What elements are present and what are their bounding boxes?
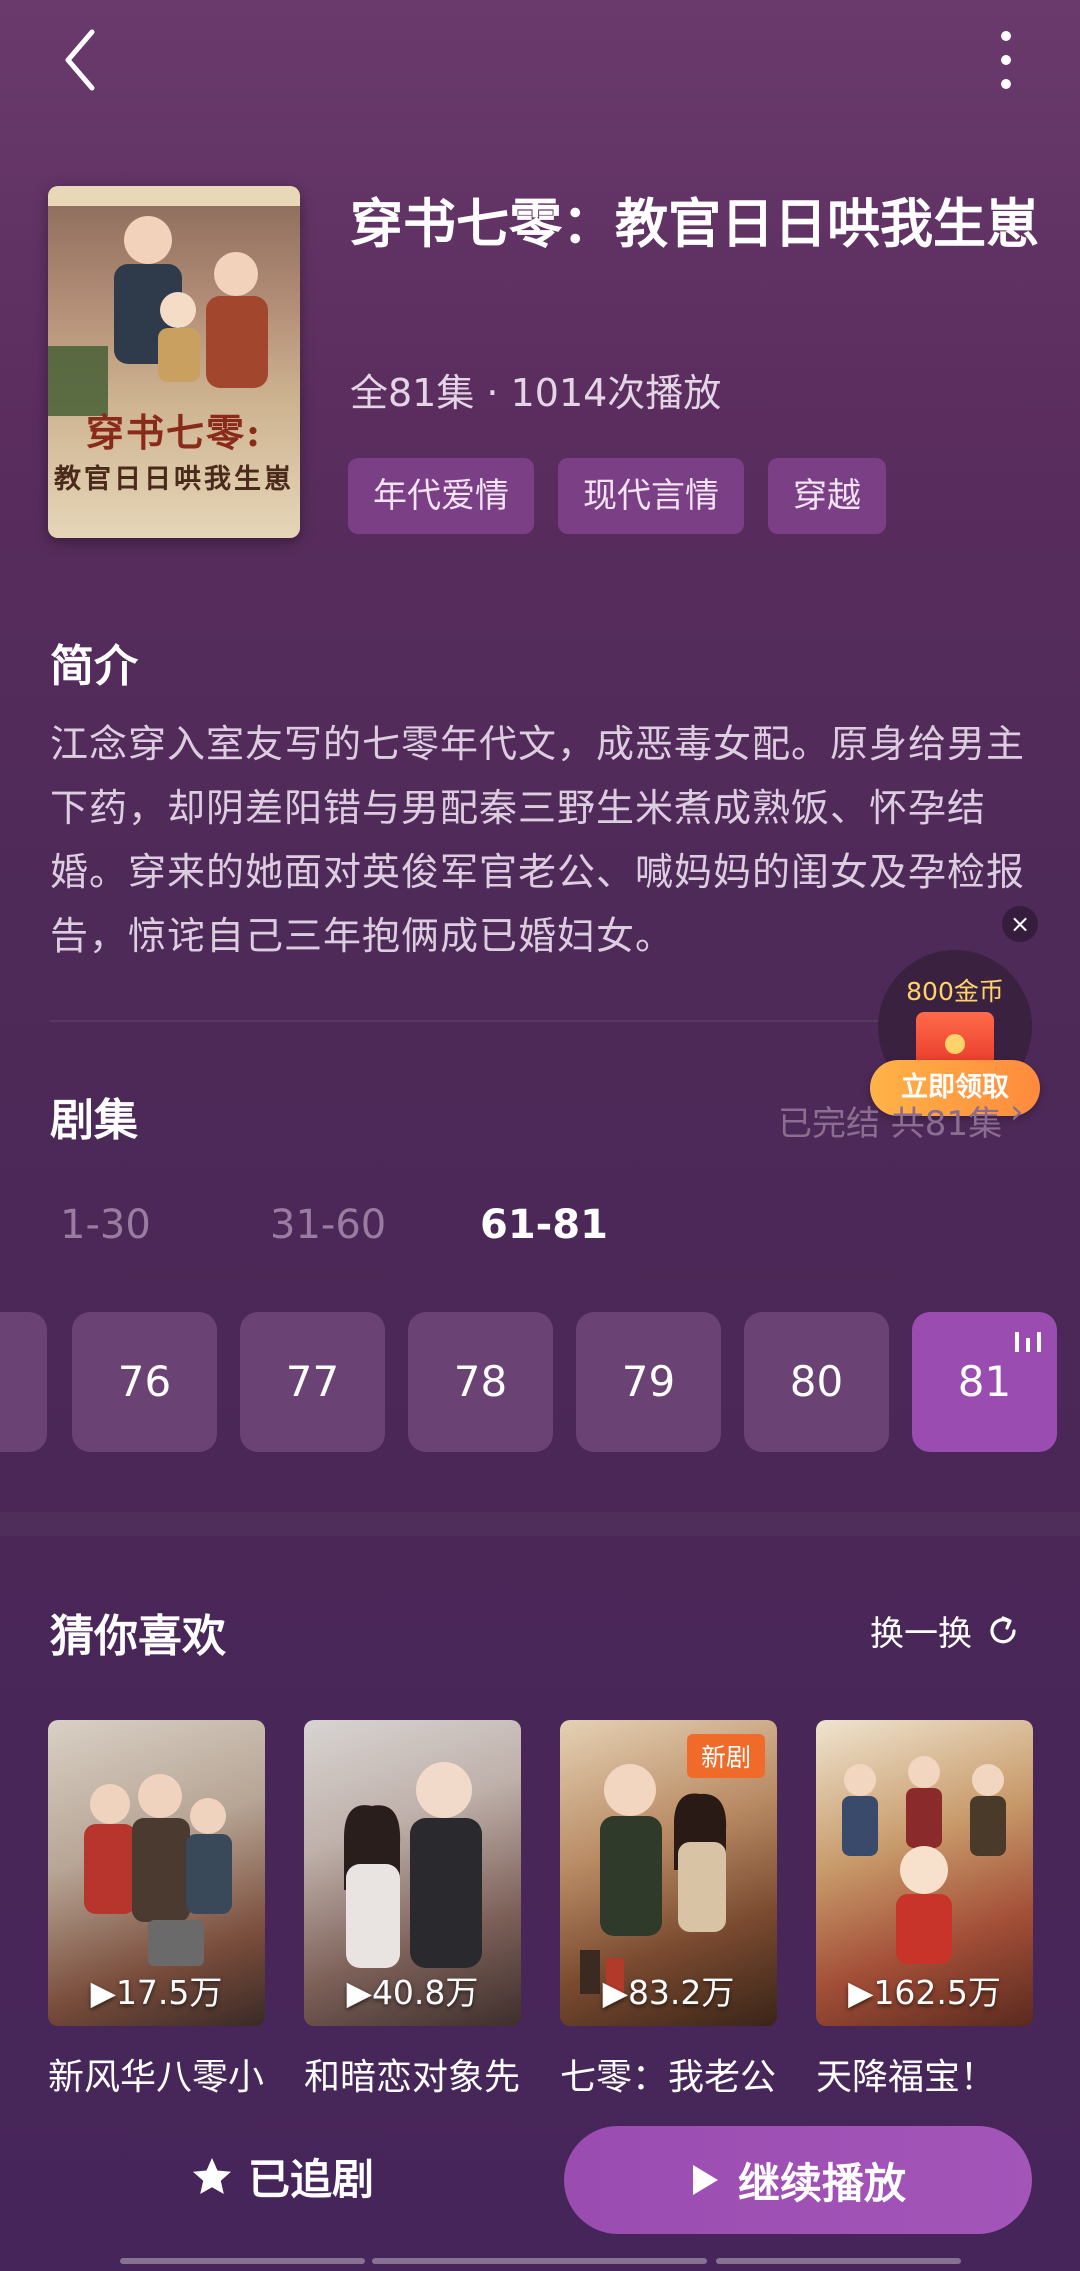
card-thumbnail: ▶162.5万 bbox=[816, 1720, 1033, 2026]
episode-button[interactable]: 78 bbox=[408, 1312, 553, 1452]
coin-amount: 800金币 bbox=[906, 977, 1004, 1006]
play-count: ▶17.5万 bbox=[90, 1973, 223, 2012]
drama-title: 穿书七零：教官日日哄我生崽 bbox=[350, 194, 1039, 255]
episode-button[interactable]: 76 bbox=[72, 1312, 217, 1452]
coin-close-button[interactable]: × bbox=[1002, 906, 1038, 942]
more-vertical-icon bbox=[1001, 31, 1011, 89]
episode-range-tabs: 1-30 31-60 61-81 bbox=[60, 1202, 690, 1248]
chevron-left-icon bbox=[65, 29, 95, 91]
episode-button[interactable]: 79 bbox=[576, 1312, 721, 1452]
follow-button[interactable]: 已追剧 bbox=[190, 2146, 374, 2207]
range-tab[interactable]: 1-30 bbox=[60, 1202, 270, 1248]
follow-label: 已追剧 bbox=[248, 2155, 375, 2204]
episodes-heading: 剧集 bbox=[50, 1095, 138, 1146]
poster-title: 穿书七零: bbox=[85, 410, 263, 455]
recommend-card[interactable]: ▶40.8万 和暗恋对象先婚后爱了 bbox=[304, 1720, 521, 2100]
more-button[interactable] bbox=[970, 20, 1050, 100]
play-icon bbox=[692, 2165, 718, 2195]
card-title: 天降福宝！ bbox=[816, 2057, 997, 2098]
home-indicator-segment bbox=[716, 2258, 961, 2264]
recommend-card[interactable]: 新剧 ▶83.2万 七零：我老公是糙汉 bbox=[560, 1720, 777, 2100]
star-icon bbox=[193, 2157, 231, 2194]
drama-meta: 全81集 · 1014次播放 bbox=[350, 371, 722, 415]
card-title: 和暗恋对象先婚后爱了 bbox=[304, 2057, 521, 2098]
recommend-card[interactable]: ▶17.5万 新风华八零小娇妻 bbox=[48, 1720, 265, 2100]
playing-indicator-icon bbox=[1015, 1332, 1041, 1352]
home-indicator-segment bbox=[372, 2258, 707, 2264]
tag-list: 年代爱情 现代言情 穿越 bbox=[348, 458, 886, 534]
refresh-button[interactable]: 换一换 bbox=[870, 1606, 1020, 1655]
chevron-right-icon: › bbox=[1010, 1092, 1024, 1132]
card-thumbnail: 新剧 ▶83.2万 bbox=[560, 1720, 777, 2026]
tag-chip[interactable]: 现代言情 bbox=[558, 458, 744, 534]
new-badge: 新剧 bbox=[686, 1734, 765, 1778]
card-title: 新风华八零小娇妻 bbox=[48, 2057, 265, 2098]
episode-number: 81 bbox=[957, 1357, 1012, 1406]
episodes-status[interactable]: 已完结 共81集 bbox=[778, 1096, 1002, 1145]
refresh-label: 换一换 bbox=[870, 1614, 972, 1654]
back-button[interactable] bbox=[40, 20, 120, 100]
episode-list[interactable]: 76 77 78 79 80 81 bbox=[0, 1312, 1080, 1454]
play-count: ▶162.5万 bbox=[848, 1973, 1001, 2012]
section-separator bbox=[0, 1512, 1080, 1536]
card-title: 七零：我老公是糙汉 bbox=[560, 2057, 777, 2098]
poster-subtitle: 教官日日哄我生崽 bbox=[54, 464, 294, 495]
drama-poster[interactable]: 穿书七零: 教官日日哄我生崽 bbox=[48, 186, 300, 538]
intro-heading: 简介 bbox=[50, 641, 138, 692]
play-count: ▶40.8万 bbox=[346, 1973, 479, 2012]
card-thumbnail: ▶17.5万 bbox=[48, 1720, 265, 2026]
range-tab[interactable]: 31-60 bbox=[270, 1202, 480, 1248]
continue-label: 继续播放 bbox=[737, 2158, 906, 2208]
episode-button[interactable]: 80 bbox=[744, 1312, 889, 1452]
home-indicator-segment bbox=[120, 2258, 365, 2264]
episode-button-current[interactable]: 81 bbox=[912, 1312, 1057, 1452]
card-thumbnail: ▶40.8万 bbox=[304, 1720, 521, 2026]
episode-button[interactable]: 77 bbox=[240, 1312, 385, 1452]
continue-play-button[interactable]: 继续播放 bbox=[564, 2126, 1032, 2234]
tag-chip[interactable]: 穿越 bbox=[768, 458, 886, 534]
range-tab-active[interactable]: 61-81 bbox=[480, 1202, 690, 1248]
play-count: ▶83.2万 bbox=[602, 1973, 735, 2012]
episode-button-partial[interactable] bbox=[0, 1312, 47, 1452]
tag-chip[interactable]: 年代爱情 bbox=[348, 458, 534, 534]
recommend-card[interactable]: ▶162.5万 天降福宝！ bbox=[816, 1720, 1033, 2100]
refresh-icon bbox=[990, 1615, 1016, 1643]
intro-text: 江念穿入室友写的七零年代文，成恶毒女配。原身给男主下药，却阴差阳错与男配秦三野生… bbox=[50, 722, 1026, 958]
recommend-heading: 猜你喜欢 bbox=[50, 1611, 226, 1662]
